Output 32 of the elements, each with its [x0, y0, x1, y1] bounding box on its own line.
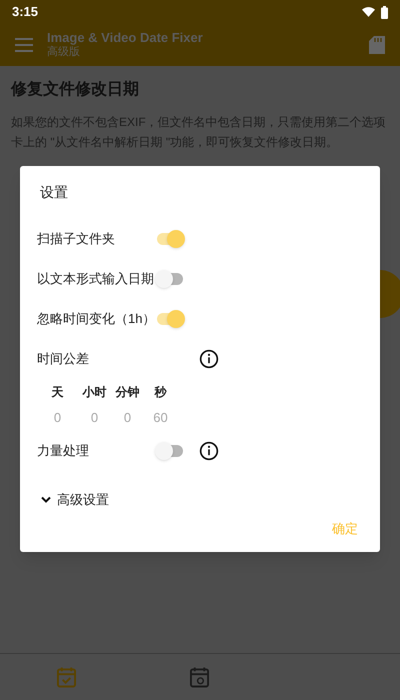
status-time: 3:15: [12, 3, 38, 22]
caret-icon: [41, 496, 51, 504]
toggle-switch[interactable]: [155, 229, 185, 249]
setting-label: 以文本形式输入日期: [37, 270, 155, 288]
setting-label: 忽略时间变化（1h）: [37, 310, 155, 328]
sd-card-icon[interactable]: [369, 36, 385, 54]
unit-value[interactable]: 0: [90, 405, 98, 431]
battery-icon: [381, 6, 388, 18]
unit-label: 天: [52, 384, 64, 401]
toggle-switch[interactable]: [155, 441, 185, 461]
menu-button[interactable]: [15, 38, 33, 52]
unit-label: 小时: [82, 384, 106, 401]
unit-label: 分钟: [116, 384, 140, 401]
unit-value[interactable]: 0: [124, 405, 132, 431]
toggle-switch[interactable]: [155, 309, 185, 329]
setting-label: 扫描子文件夹: [37, 230, 116, 248]
unit-label: 秒: [154, 384, 166, 401]
app-title: Image & Video Date Fixer: [47, 30, 204, 46]
unit-value[interactable]: 0: [54, 405, 62, 431]
info-icon: [199, 349, 219, 369]
confirm-button[interactable]: 确定: [330, 516, 360, 540]
unit-value[interactable]: 60: [153, 405, 168, 431]
setting-label: 力量处理: [37, 442, 90, 460]
toggle-switch[interactable]: [155, 269, 185, 289]
advanced-settings-toggle[interactable]: 高级设置: [37, 485, 360, 515]
calendar-check-icon[interactable]: [57, 666, 76, 688]
app-subtitle: 高级版: [47, 46, 81, 60]
calendar-icon[interactable]: [190, 666, 209, 688]
page-heading: 修复文件修改日期: [11, 79, 140, 100]
dialog-title: 设置: [39, 183, 69, 202]
wifi-icon: [362, 7, 375, 17]
setting-label: 时间公差: [37, 350, 90, 368]
